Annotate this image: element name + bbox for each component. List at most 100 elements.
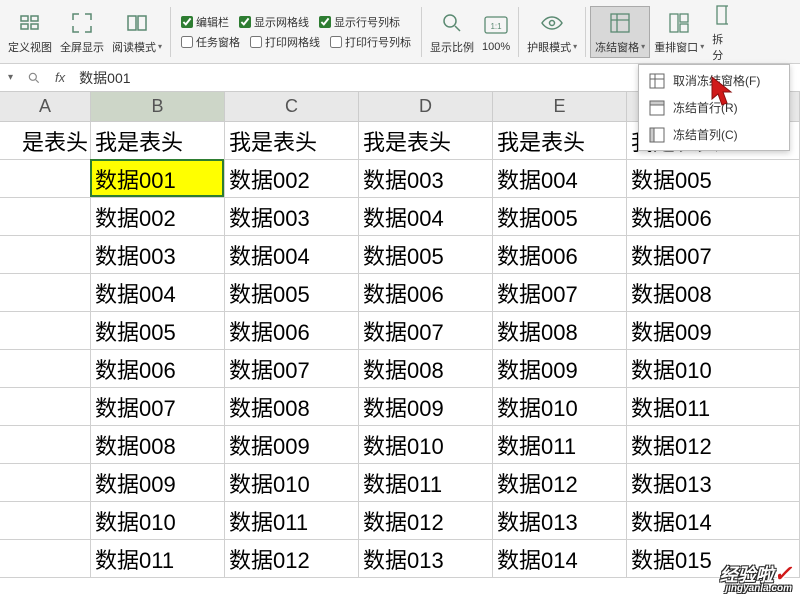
cell[interactable]	[0, 198, 91, 235]
read-mode-button[interactable]: 阅读模式▾	[108, 7, 166, 57]
cell[interactable]: 数据009	[225, 426, 359, 463]
cell[interactable]: 数据008	[493, 312, 627, 349]
cell[interactable]: 数据011	[627, 388, 800, 425]
menu-freeze-first-column[interactable]: 冻结首列(C)	[639, 121, 789, 148]
cell[interactable]: 数据014	[493, 540, 627, 577]
cell[interactable]: 数据005	[91, 312, 225, 349]
fullscreen-button[interactable]: 全屏显示	[56, 7, 108, 57]
cell[interactable]: 数据002	[225, 160, 359, 197]
cell[interactable]: 数据009	[493, 350, 627, 387]
cell[interactable]: 数据006	[627, 198, 800, 235]
cell[interactable]: 数据012	[225, 540, 359, 577]
menu-freeze-top-row[interactable]: 冻结首行(R)	[639, 94, 789, 121]
cell[interactable]: 数据013	[627, 464, 800, 501]
cell[interactable]	[0, 426, 91, 463]
column-header-E[interactable]: E	[493, 92, 627, 122]
cell[interactable]: 是表头	[0, 122, 91, 159]
cell[interactable]: 数据009	[91, 464, 225, 501]
cell[interactable]: 我是表头	[225, 122, 359, 159]
freeze-panes-label: 冻结窗格	[595, 39, 639, 55]
cell[interactable]: 数据012	[627, 426, 800, 463]
arrange-windows-button[interactable]: 重排窗口▾	[650, 7, 708, 57]
cell[interactable]: 数据003	[359, 160, 493, 197]
cell[interactable]: 数据005	[225, 274, 359, 311]
cell[interactable]: 数据007	[91, 388, 225, 425]
name-box-dropdown[interactable]: ▾	[8, 72, 13, 83]
cell[interactable]: 数据010	[493, 388, 627, 425]
column-header-B[interactable]: B	[91, 92, 225, 122]
cell[interactable]: 我是表头	[493, 122, 627, 159]
cell[interactable]: 数据010	[627, 350, 800, 387]
cell[interactable]: 数据007	[627, 236, 800, 273]
cell[interactable]: 数据011	[359, 464, 493, 501]
cell[interactable]: 数据007	[493, 274, 627, 311]
column-header-C[interactable]: C	[225, 92, 359, 122]
cell[interactable]: 数据006	[225, 312, 359, 349]
cell[interactable]	[0, 312, 91, 349]
custom-view-button[interactable]: 定义视图	[4, 7, 56, 57]
checkbox-gridlines[interactable]: 显示网格线	[239, 14, 309, 30]
cell[interactable]: 数据002	[91, 198, 225, 235]
cell[interactable]	[0, 464, 91, 501]
hundred-percent-button[interactable]: 1:1 100%	[478, 9, 514, 55]
cell[interactable]: 数据008	[91, 426, 225, 463]
cell[interactable]: 数据004	[493, 160, 627, 197]
checkbox-print-headings[interactable]: 打印行号列标	[330, 34, 411, 50]
cell[interactable]: 数据005	[493, 198, 627, 235]
cell[interactable]: 数据005	[359, 236, 493, 273]
cell[interactable]: 数据005	[627, 160, 800, 197]
cell[interactable]: 数据006	[91, 350, 225, 387]
cell[interactable]: 数据014	[627, 502, 800, 539]
cell[interactable]: 数据011	[493, 426, 627, 463]
cell[interactable]: 数据007	[225, 350, 359, 387]
cell[interactable]	[0, 540, 91, 577]
cell[interactable]: 数据010	[359, 426, 493, 463]
cell[interactable]	[0, 274, 91, 311]
column-header-A[interactable]: A	[0, 92, 91, 122]
cell[interactable]: 数据015	[627, 540, 800, 577]
table-row: 数据008数据009数据010数据011数据012	[0, 426, 800, 464]
cell[interactable]: 数据011	[91, 540, 225, 577]
cell[interactable]: 我是表头	[359, 122, 493, 159]
freeze-panes-button[interactable]: 冻结窗格▾	[590, 6, 650, 58]
cell[interactable]	[0, 502, 91, 539]
cell[interactable]: 数据008	[225, 388, 359, 425]
cell[interactable]	[0, 236, 91, 273]
cell[interactable]	[0, 350, 91, 387]
column-header-D[interactable]: D	[359, 92, 493, 122]
cell[interactable]	[0, 388, 91, 425]
cell[interactable]: 数据009	[627, 312, 800, 349]
cell[interactable]	[0, 160, 91, 197]
cell[interactable]: 数据010	[91, 502, 225, 539]
cell[interactable]: 数据003	[91, 236, 225, 273]
checkbox-formula-bar[interactable]: 编辑栏	[181, 14, 229, 30]
cell[interactable]: 数据006	[493, 236, 627, 273]
cell[interactable]: 数据011	[225, 502, 359, 539]
zoom-button[interactable]: 显示比例	[426, 7, 478, 57]
checkbox-headings[interactable]: 显示行号列标	[319, 14, 400, 30]
checkbox-print-gridlines[interactable]: 打印网格线	[250, 34, 320, 50]
fx-icon[interactable]: fx	[55, 70, 65, 85]
cell[interactable]: 数据010	[225, 464, 359, 501]
checkbox-task-pane[interactable]: 任务窗格	[181, 34, 240, 50]
table-row: 数据007数据008数据009数据010数据011	[0, 388, 800, 426]
cell[interactable]: 数据008	[359, 350, 493, 387]
cell[interactable]: 数据006	[359, 274, 493, 311]
search-icon[interactable]	[27, 71, 41, 85]
cell[interactable]: 数据004	[91, 274, 225, 311]
cell[interactable]: 数据004	[359, 198, 493, 235]
cell[interactable]: 数据001	[91, 160, 225, 197]
cell[interactable]: 数据008	[627, 274, 800, 311]
cell[interactable]: 数据004	[225, 236, 359, 273]
cell[interactable]: 数据013	[493, 502, 627, 539]
cell[interactable]: 数据012	[493, 464, 627, 501]
eye-care-button[interactable]: 护眼模式▾	[523, 7, 581, 57]
cell[interactable]: 数据013	[359, 540, 493, 577]
cell[interactable]: 数据009	[359, 388, 493, 425]
cell[interactable]: 数据012	[359, 502, 493, 539]
split-window-button[interactable]: 拆分	[708, 0, 728, 65]
cell[interactable]: 我是表头	[91, 122, 225, 159]
cell[interactable]: 数据007	[359, 312, 493, 349]
cell[interactable]: 数据003	[225, 198, 359, 235]
menu-unfreeze-panes[interactable]: 取消冻结窗格(F)	[639, 67, 789, 94]
